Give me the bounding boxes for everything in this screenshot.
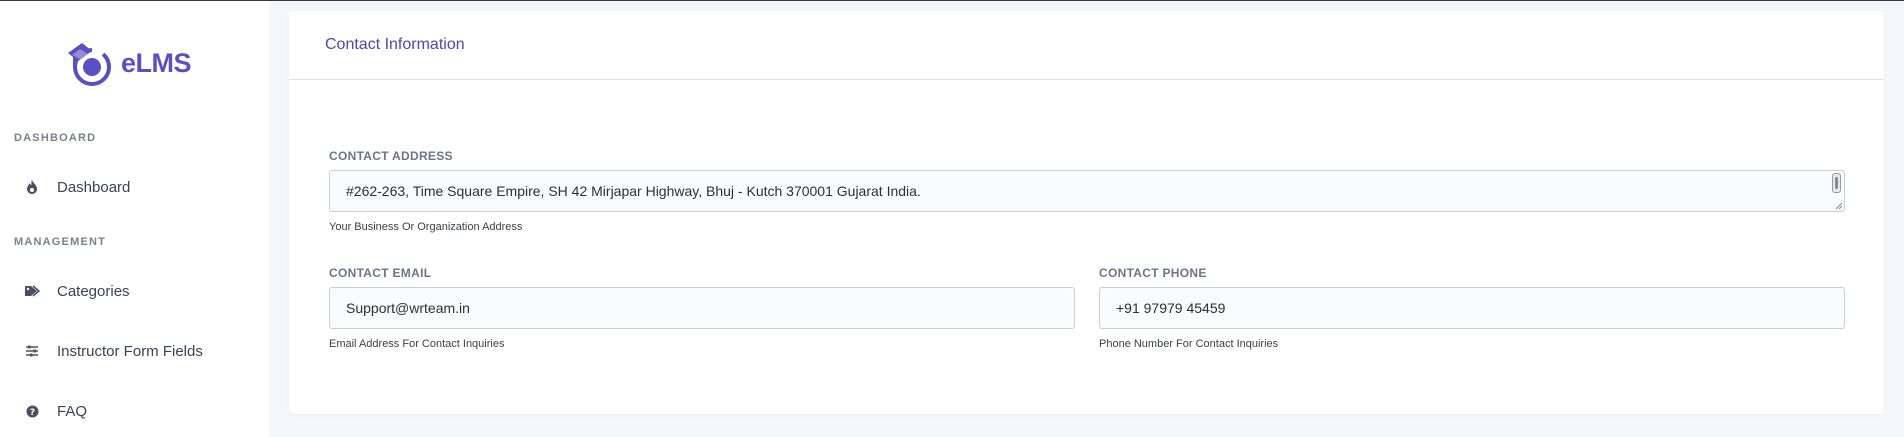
sidebar-item-categories[interactable]: Categories bbox=[24, 279, 130, 303]
contact-email-input[interactable]: Support@wrteam.in bbox=[329, 287, 1075, 329]
resize-handle-icon[interactable] bbox=[1835, 202, 1843, 210]
window-top-border bbox=[0, 0, 1904, 1]
sidebar-item-dashboard[interactable]: Dashboard bbox=[24, 175, 130, 199]
contact-information-card: Contact Information CONTACT ADDRESS #262… bbox=[289, 11, 1884, 414]
section-title-management: MANAGEMENT bbox=[14, 236, 107, 248]
contact-address-label: CONTACT ADDRESS bbox=[329, 149, 453, 163]
contact-email-label: CONTACT EMAIL bbox=[329, 266, 432, 280]
question-circle-icon: ? bbox=[24, 403, 40, 419]
sidebar-item-faq[interactable]: ? FAQ bbox=[24, 399, 87, 423]
sliders-icon bbox=[24, 343, 40, 359]
contact-phone-label: CONTACT PHONE bbox=[1099, 266, 1207, 280]
textarea-scrollbar[interactable] bbox=[1832, 173, 1841, 193]
card-header: Contact Information bbox=[289, 11, 1884, 80]
card-title: Contact Information bbox=[325, 36, 465, 53]
contact-address-help: Your Business Or Organization Address bbox=[329, 221, 523, 233]
sidebar-item-label: FAQ bbox=[57, 402, 88, 420]
svg-text:?: ? bbox=[29, 407, 34, 417]
logo-text: eLMS bbox=[121, 47, 192, 78]
contact-phone-input[interactable]: +91 97979 45459 bbox=[1099, 287, 1845, 329]
contact-phone-value: +91 97979 45459 bbox=[1116, 300, 1226, 316]
elms-logo-icon bbox=[68, 43, 111, 86]
contact-email-help: Email Address For Contact Inquiries bbox=[329, 338, 505, 350]
sidebar-item-label: Categories bbox=[57, 282, 130, 300]
contact-email-value: Support@wrteam.in bbox=[346, 300, 470, 316]
app-logo[interactable]: eLMS bbox=[62, 37, 192, 89]
sidebar-item-label: Dashboard bbox=[57, 178, 131, 196]
contact-phone-help: Phone Number For Contact Inquiries bbox=[1099, 338, 1279, 350]
fire-icon bbox=[24, 179, 40, 195]
contact-address-textarea[interactable]: #262-263, Time Square Empire, SH 42 Mirj… bbox=[329, 170, 1845, 212]
section-title-dashboard: DASHBOARD bbox=[14, 132, 97, 144]
sidebar: eLMS DASHBOARD Dashboard MANAGEMENT Cate… bbox=[0, 1, 269, 437]
sidebar-item-instructor-form-fields[interactable]: Instructor Form Fields bbox=[24, 339, 203, 363]
sidebar-item-label: Instructor Form Fields bbox=[57, 342, 203, 360]
tags-icon bbox=[24, 283, 40, 299]
contact-address-value: #262-263, Time Square Empire, SH 42 Mirj… bbox=[346, 183, 921, 199]
